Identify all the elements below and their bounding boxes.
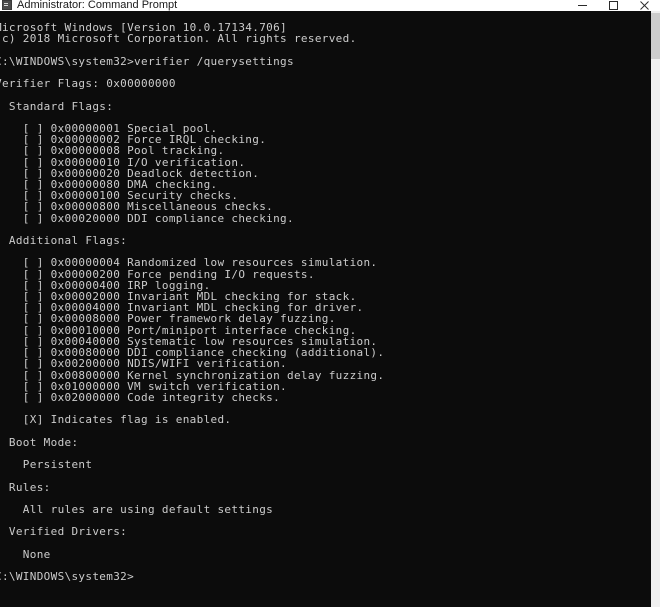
maximize-button[interactable]	[598, 0, 629, 11]
console-scrollbar[interactable]	[651, 11, 660, 607]
minimize-icon	[578, 5, 587, 6]
command-prompt-window: Administrator: Command Prompt Microsoft …	[0, 0, 660, 607]
console-icon	[2, 0, 12, 10]
window-titlebar[interactable]: Administrator: Command Prompt	[0, 0, 660, 11]
window-title: Administrator: Command Prompt	[17, 0, 178, 11]
console-output-area[interactable]: Microsoft Windows [Version 10.0.17134.70…	[0, 11, 651, 607]
close-icon	[640, 1, 649, 10]
close-button[interactable]	[629, 0, 660, 11]
caption-buttons	[567, 0, 660, 11]
minimize-button[interactable]	[567, 0, 598, 11]
scrollbar-thumb[interactable]	[651, 13, 660, 59]
titlebar-left-group: Administrator: Command Prompt	[0, 0, 567, 11]
console-text-wrapper: Microsoft Windows [Version 10.0.17134.70…	[0, 11, 651, 582]
console-text: Microsoft Windows [Version 10.0.17134.70…	[0, 21, 385, 584]
maximize-icon	[609, 1, 618, 10]
